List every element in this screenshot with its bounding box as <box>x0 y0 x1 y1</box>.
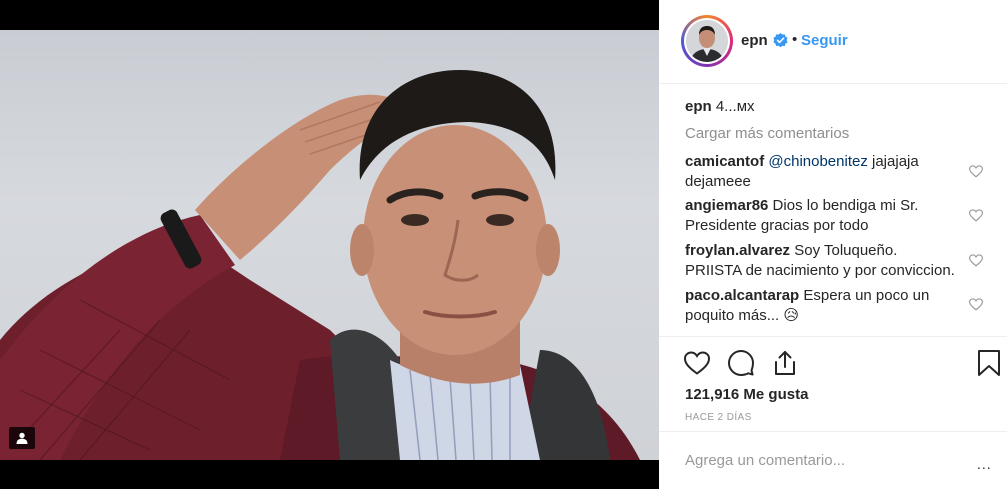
user-tag-icon <box>16 432 28 444</box>
post-timestamp[interactable]: HACE 2 DÍAS <box>685 412 752 423</box>
post-actions: 121,916 Me gusta HACE 2 DÍAS <box>659 336 1007 431</box>
heart-small-icon[interactable] <box>969 254 983 267</box>
likes-count[interactable]: 121,916 Me gusta <box>685 386 808 403</box>
more-options-button[interactable]: ... <box>977 456 992 472</box>
comment-item: camicantof @chinobenitez jajajaja dejame… <box>685 152 955 192</box>
header-separator: • <box>792 31 798 48</box>
likes-label: Me gusta <box>739 386 809 403</box>
heart-small-icon[interactable] <box>969 165 983 178</box>
comment-username[interactable]: angiemar86 <box>685 197 768 214</box>
comment-username[interactable]: paco.alcantarap <box>685 287 799 304</box>
post-username[interactable]: epn <box>741 32 768 49</box>
post-media <box>0 0 659 489</box>
post-caption: epn 4...мх <box>685 98 755 115</box>
comment-item: angiemar86 Dios lo bendiga mi Sr. Presid… <box>685 196 955 236</box>
avatar[interactable] <box>681 15 733 67</box>
comment-mention[interactable]: @chinobenitez <box>768 153 867 170</box>
comment-username[interactable]: froylan.alvarez <box>685 242 790 259</box>
verified-badge-icon <box>773 33 788 48</box>
caption-username[interactable]: epn <box>685 98 712 115</box>
comments-list[interactable]: epn 4...мх Cargar más comentarios camica… <box>659 84 1007 336</box>
heart-small-icon[interactable] <box>969 298 983 311</box>
share-icon[interactable] <box>771 349 799 377</box>
load-more-comments-button[interactable]: Cargar más comentarios <box>685 125 849 142</box>
post-photo[interactable] <box>0 30 659 460</box>
post-side-panel: epn • Seguir epn 4...мх Cargar más comen… <box>659 0 1007 489</box>
add-comment-section: ... <box>659 431 1007 489</box>
follow-button[interactable]: Seguir <box>801 32 848 49</box>
comment-username[interactable]: camicantof <box>685 153 764 170</box>
comment-item: froylan.alvarez Soy Toluqueño. PRIISTA d… <box>685 241 955 281</box>
user-tag-button[interactable] <box>9 427 35 449</box>
comment-icon[interactable] <box>727 349 755 377</box>
salute-portrait-illustration <box>0 70 640 460</box>
avatar-image <box>686 20 728 62</box>
heart-small-icon[interactable] <box>969 209 983 222</box>
comment-item: paco.alcantarap Espera un poco un poquit… <box>685 286 955 326</box>
likes-number: 121,916 <box>685 386 740 403</box>
caption-text: 4...мх <box>715 98 755 115</box>
bookmark-icon[interactable] <box>975 349 1003 377</box>
heart-icon[interactable] <box>683 349 711 377</box>
post-header: epn • Seguir <box>659 0 1007 84</box>
comment-input[interactable] <box>685 452 955 469</box>
